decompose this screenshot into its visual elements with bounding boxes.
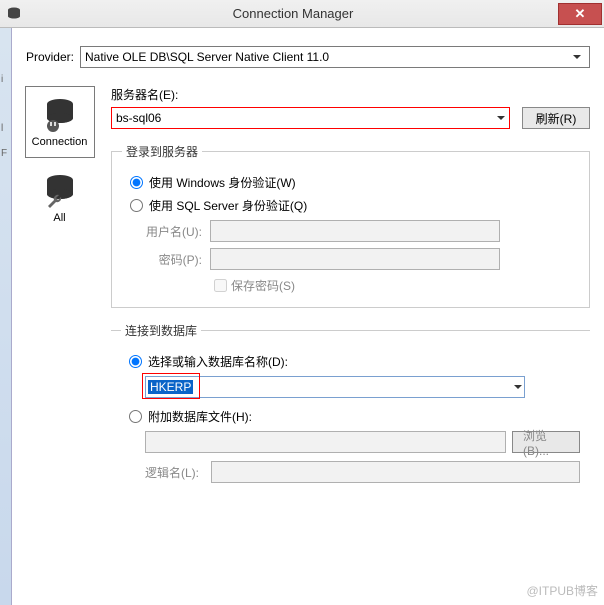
tab-all[interactable]: All <box>25 162 95 234</box>
db-select-radio[interactable] <box>129 355 142 368</box>
app-icon <box>6 6 22 22</box>
tab-column: Connection All <box>22 86 97 509</box>
tab-all-label: All <box>53 212 65 224</box>
server-name-label: 服务器名(E): <box>111 86 590 103</box>
auth-windows-label: 使用 Windows 身份验证(W) <box>149 174 296 191</box>
left-edge-band: i l F <box>0 28 12 605</box>
logon-legend: 登录到服务器 <box>122 143 202 160</box>
username-input <box>210 220 500 242</box>
provider-label: Provider: <box>14 50 74 64</box>
db-attach-radio[interactable] <box>129 410 142 423</box>
refresh-button[interactable]: 刷新(R) <box>522 107 590 129</box>
edge-frag: F <box>1 148 11 159</box>
tab-connection-label: Connection <box>32 136 88 148</box>
auth-windows-row[interactable]: 使用 Windows 身份验证(W) <box>122 174 579 191</box>
logon-group: 登录到服务器 使用 Windows 身份验证(W) 使用 SQL Server … <box>111 143 590 308</box>
save-password-checkbox <box>214 279 227 292</box>
db-attach-row[interactable]: 附加数据库文件(H): <box>121 408 580 425</box>
db-select-label: 选择或输入数据库名称(D): <box>148 353 288 370</box>
database-plug-icon <box>42 96 78 134</box>
password-input <box>210 248 500 270</box>
tab-connection[interactable]: Connection <box>25 86 95 158</box>
username-label: 用户名(U): <box>122 223 202 240</box>
logical-name-label: 逻辑名(L): <box>145 464 205 481</box>
close-icon: ✕ <box>575 6 586 21</box>
edge-frag: l <box>1 123 11 134</box>
chevron-down-icon <box>514 385 522 390</box>
server-name-value: bs-sql06 <box>116 111 161 125</box>
chevron-down-icon <box>497 116 505 121</box>
titlebar: Connection Manager ✕ <box>0 0 604 28</box>
attach-file-input <box>145 431 506 453</box>
save-password-row: 保存密码(S) <box>210 276 579 295</box>
provider-dropdown[interactable]: Native OLE DB\SQL Server Native Client 1… <box>80 46 590 68</box>
close-button[interactable]: ✕ <box>558 3 602 25</box>
browse-label: 浏览(B)... <box>523 427 569 458</box>
save-password-label: 保存密码(S) <box>231 277 295 294</box>
database-wrench-icon <box>42 172 78 210</box>
server-name-combo[interactable]: bs-sql06 <box>111 107 510 129</box>
auth-windows-radio[interactable] <box>130 176 143 189</box>
provider-row: Provider: Native OLE DB\SQL Server Nativ… <box>14 46 590 68</box>
auth-sql-label: 使用 SQL Server 身份验证(Q) <box>149 197 307 214</box>
database-name-value: HKERP <box>148 380 193 394</box>
auth-sql-row[interactable]: 使用 SQL Server 身份验证(Q) <box>122 197 579 214</box>
auth-sql-radio[interactable] <box>130 199 143 212</box>
edge-frag: i <box>1 74 11 85</box>
database-legend: 连接到数据库 <box>121 322 201 339</box>
logical-name-input <box>211 461 580 483</box>
provider-value: Native OLE DB\SQL Server Native Client 1… <box>85 50 329 64</box>
database-name-combo[interactable]: HKERP <box>145 376 525 398</box>
browse-button[interactable]: 浏览(B)... <box>512 431 580 453</box>
db-select-row[interactable]: 选择或输入数据库名称(D): <box>121 353 580 370</box>
refresh-label: 刷新(R) <box>536 110 577 127</box>
window-title: Connection Manager <box>28 6 558 21</box>
chevron-down-icon <box>569 49 585 65</box>
password-label: 密码(P): <box>122 251 202 268</box>
watermark: @ITPUB博客 <box>526 582 598 599</box>
db-attach-label: 附加数据库文件(H): <box>148 408 252 425</box>
database-group: 连接到数据库 选择或输入数据库名称(D): HKERP <box>111 322 590 495</box>
